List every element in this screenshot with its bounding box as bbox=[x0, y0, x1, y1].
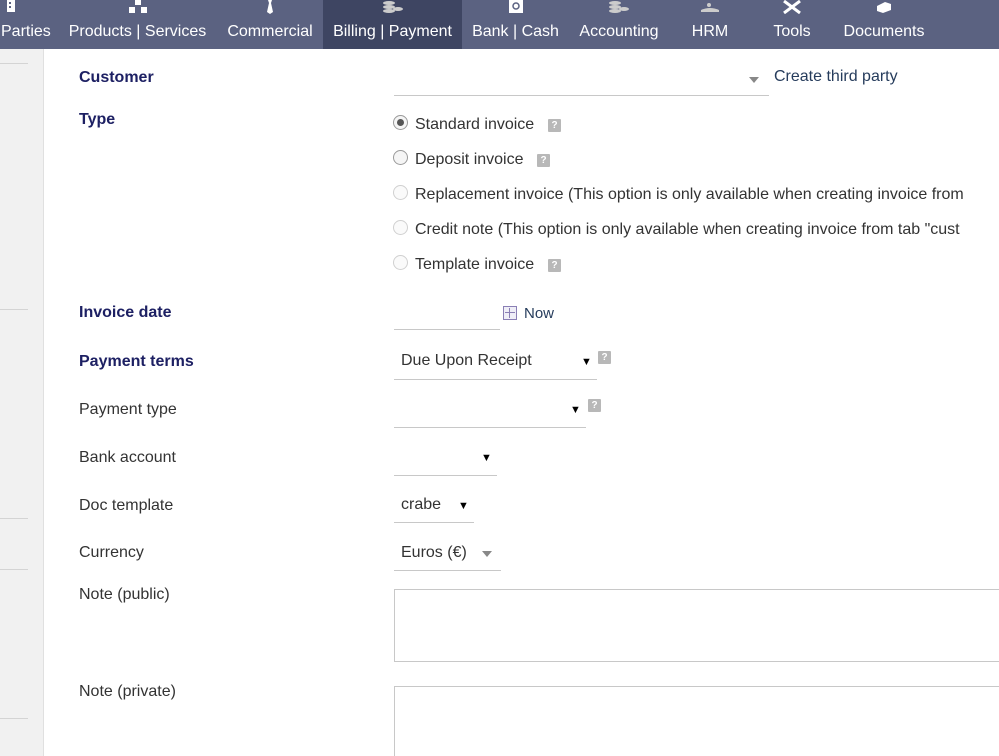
payment-type-label: Payment type bbox=[79, 401, 177, 418]
payment-terms-label: Payment terms bbox=[79, 353, 194, 370]
nav-documents[interactable]: Documents bbox=[833, 0, 935, 49]
currency-label: Currency bbox=[79, 544, 144, 561]
doc-template-label: Doc template bbox=[79, 497, 174, 514]
nav-billing-payment[interactable]: Billing | Payment bbox=[323, 0, 462, 49]
credit-note-radio[interactable] bbox=[393, 220, 408, 235]
customer-label: Customer bbox=[79, 69, 154, 86]
nav-parties[interactable]: Parties bbox=[0, 0, 58, 49]
chevron-down-icon: ▼ bbox=[481, 452, 492, 464]
help-icon[interactable]: ? bbox=[598, 351, 611, 364]
credit-note-label: Credit note (This option is only availab… bbox=[415, 221, 960, 238]
replacement-invoice-radio[interactable] bbox=[393, 185, 408, 200]
invoice-date-input[interactable] bbox=[394, 298, 500, 330]
note-public-label: Note (public) bbox=[79, 586, 170, 603]
nav-bank-cash[interactable]: Bank | Cash bbox=[462, 0, 569, 49]
nav-commercial[interactable]: Commercial bbox=[217, 0, 323, 49]
sidebar-divider bbox=[0, 569, 28, 570]
safe-icon bbox=[503, 0, 529, 14]
type-label: Type bbox=[79, 111, 116, 128]
template-invoice-label: Template invoice bbox=[415, 256, 535, 273]
sidebar-divider bbox=[0, 63, 28, 64]
note-private-textarea[interactable] bbox=[394, 686, 999, 756]
coins-icon bbox=[380, 0, 406, 14]
standard-invoice-radio[interactable] bbox=[393, 115, 408, 130]
doc-template-select[interactable]: crabe ▼ bbox=[394, 487, 474, 523]
customer-select[interactable] bbox=[394, 64, 769, 96]
bank-account-label: Bank account bbox=[79, 449, 176, 466]
coins-icon bbox=[606, 0, 632, 14]
deposit-invoice-radio[interactable] bbox=[393, 150, 408, 165]
nav-accounting[interactable]: Accounting bbox=[569, 0, 669, 49]
now-link[interactable]: Now bbox=[524, 304, 554, 324]
tools-icon bbox=[779, 0, 805, 14]
sidebar-divider bbox=[0, 518, 28, 519]
nav-tools[interactable]: Tools bbox=[751, 0, 833, 49]
replacement-invoice-label: Replacement invoice (This option is only… bbox=[415, 186, 964, 203]
chevron-down-icon bbox=[749, 77, 759, 83]
sidebar-divider bbox=[0, 309, 28, 310]
deposit-invoice-label: Deposit invoice bbox=[415, 151, 524, 168]
people-icon bbox=[697, 0, 723, 14]
payment-terms-select[interactable]: Due Upon Receipt ▼ bbox=[394, 344, 597, 380]
boxes-icon bbox=[125, 0, 151, 14]
chevron-down-icon: ▼ bbox=[581, 356, 592, 368]
folder-icon bbox=[871, 0, 897, 14]
building-icon bbox=[6, 0, 16, 14]
template-invoice-radio[interactable] bbox=[393, 255, 408, 270]
tie-icon bbox=[257, 0, 283, 14]
left-sidebar bbox=[0, 49, 44, 756]
help-icon[interactable]: ? bbox=[537, 154, 550, 167]
sidebar-divider bbox=[0, 718, 28, 719]
note-private-label: Note (private) bbox=[79, 683, 176, 700]
chevron-down-icon bbox=[482, 551, 492, 557]
help-icon[interactable]: ? bbox=[548, 119, 561, 132]
nav-hrm[interactable]: HRM bbox=[669, 0, 751, 49]
chevron-down-icon: ▼ bbox=[570, 404, 581, 416]
standard-invoice-label: Standard invoice bbox=[415, 116, 535, 133]
note-public-textarea[interactable] bbox=[394, 589, 999, 662]
invoice-date-label: Invoice date bbox=[79, 304, 172, 321]
top-navigation: Parties Products | Services Commercial B… bbox=[0, 0, 999, 49]
bank-account-select[interactable]: ▼ bbox=[394, 440, 497, 476]
nav-products-services[interactable]: Products | Services bbox=[58, 0, 217, 49]
create-third-party-link[interactable]: Create third party bbox=[774, 67, 898, 87]
help-icon[interactable]: ? bbox=[588, 399, 601, 412]
calendar-icon[interactable] bbox=[503, 306, 517, 320]
currency-select[interactable]: Euros (€) bbox=[394, 535, 501, 571]
payment-type-select[interactable]: ▼ bbox=[394, 392, 586, 428]
help-icon[interactable]: ? bbox=[548, 259, 561, 272]
chevron-down-icon: ▼ bbox=[458, 500, 469, 512]
